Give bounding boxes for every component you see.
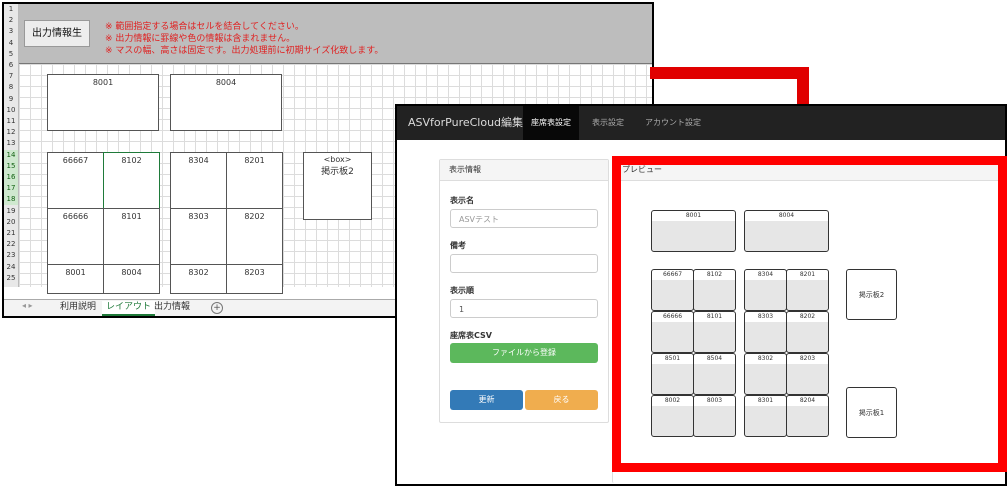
cell-8101[interactable]: 8101 (103, 208, 160, 265)
row-number[interactable]: 24 (4, 262, 18, 273)
cell-8303[interactable]: 8303 (170, 208, 227, 265)
cell-8202[interactable]: 8202 (226, 208, 283, 265)
row-number[interactable]: 16 (4, 172, 18, 183)
csv-label: 座席表CSV (450, 331, 492, 340)
arrow-shaft-horizontal (650, 67, 809, 79)
display-info-panel: 表示情報 表示名 ASVテスト 備考 表示順 1 座席表CSV ファイルから登録… (439, 159, 609, 423)
row-number[interactable]: 2 (4, 15, 18, 26)
box-tag: <box> (323, 155, 352, 164)
cell-8203[interactable]: 8203 (226, 264, 283, 294)
row-number[interactable]: 17 (4, 183, 18, 195)
back-button[interactable]: 戻る (525, 390, 598, 410)
cell-8004-bottom[interactable]: 8004 (103, 264, 160, 294)
note-label: 備考 (450, 241, 466, 250)
sheet-tab-usage[interactable]: 利用説明 (56, 301, 100, 314)
display-name-label: 表示名 (450, 196, 474, 205)
row-number[interactable]: 14 (4, 149, 18, 161)
cell-8102[interactable]: 8102 (103, 152, 160, 209)
row-number[interactable]: 1 (4, 4, 18, 15)
sheet-tab-layout[interactable]: レイアウト (102, 301, 156, 316)
add-sheet-icon[interactable]: + (211, 302, 223, 314)
order-label: 表示順 (450, 286, 474, 295)
sheet-nav-arrows[interactable]: ◂ ▸ (22, 301, 33, 310)
brand-title[interactable]: ASVforPureCloud編集 (408, 106, 523, 140)
update-button[interactable]: 更新 (450, 390, 523, 410)
navbar: ASVforPureCloud編集 座席表設定 表示設定 アカウント設定 (397, 106, 1005, 140)
nav-display-settings[interactable]: 表示設定 (584, 106, 632, 140)
display-info-title: 表示情報 (440, 160, 608, 181)
note-input[interactable] (450, 254, 598, 273)
cell-8302[interactable]: 8302 (170, 264, 227, 294)
row-number[interactable]: 5 (4, 49, 18, 60)
upload-file-button[interactable]: ファイルから登録 (450, 343, 598, 363)
row-number[interactable]: 18 (4, 194, 18, 206)
order-input[interactable]: 1 (450, 299, 598, 318)
cell-8304[interactable]: 8304 (170, 152, 227, 209)
cell-66666[interactable]: 66666 (47, 208, 104, 265)
cell-8001-top[interactable]: 8001 (47, 74, 159, 131)
nav-account-settings[interactable]: アカウント設定 (637, 106, 709, 140)
sheet-tab-output[interactable]: 出力情報 (150, 301, 194, 314)
row-number[interactable]: 4 (4, 38, 18, 49)
cell-8004-top[interactable]: 8004 (170, 74, 282, 131)
row-number[interactable]: 10 (4, 105, 18, 116)
row-number[interactable]: 3 (4, 26, 18, 37)
row-number[interactable]: 9 (4, 94, 18, 105)
row-number[interactable]: 20 (4, 217, 18, 228)
row-number[interactable]: 12 (4, 127, 18, 138)
generate-output-button[interactable]: 出力情報生 (24, 20, 90, 47)
board2-label: 掲示板2 (321, 167, 354, 177)
cell-66667[interactable]: 66667 (47, 152, 104, 209)
nav-seat-settings[interactable]: 座席表設定 (523, 106, 579, 140)
row-number[interactable]: 8 (4, 82, 18, 93)
cell-8001-bottom[interactable]: 8001 (47, 264, 104, 294)
row-header: 1 2 3 4 5 6 7 8 9 10 11 12 13 14 15 16 17 18 19 20 21 22 23 24 2… (4, 4, 19, 287)
row-number[interactable]: 13 (4, 138, 18, 149)
note-line-3: ※ マスの幅、高さは固定です。出力処理前に初期サイズ化致します。 (105, 46, 384, 56)
display-name-value: ASVテスト (459, 215, 500, 224)
row-number[interactable]: 22 (4, 239, 18, 250)
row-number[interactable]: 11 (4, 116, 18, 127)
row-number[interactable]: 7 (4, 71, 18, 82)
row-number[interactable]: 15 (4, 160, 18, 172)
row-number[interactable]: 6 (4, 60, 18, 71)
cell-board2[interactable]: <box> 掲示板2 (303, 152, 372, 220)
row-number[interactable]: 23 (4, 250, 18, 261)
row-number[interactable]: 25 (4, 273, 18, 284)
row-number[interactable]: 21 (4, 228, 18, 239)
cell-8201[interactable]: 8201 (226, 152, 283, 209)
preview-highlight-frame (612, 156, 1007, 472)
display-name-input[interactable]: ASVテスト (450, 209, 598, 228)
row-number[interactable]: 19 (4, 206, 18, 217)
